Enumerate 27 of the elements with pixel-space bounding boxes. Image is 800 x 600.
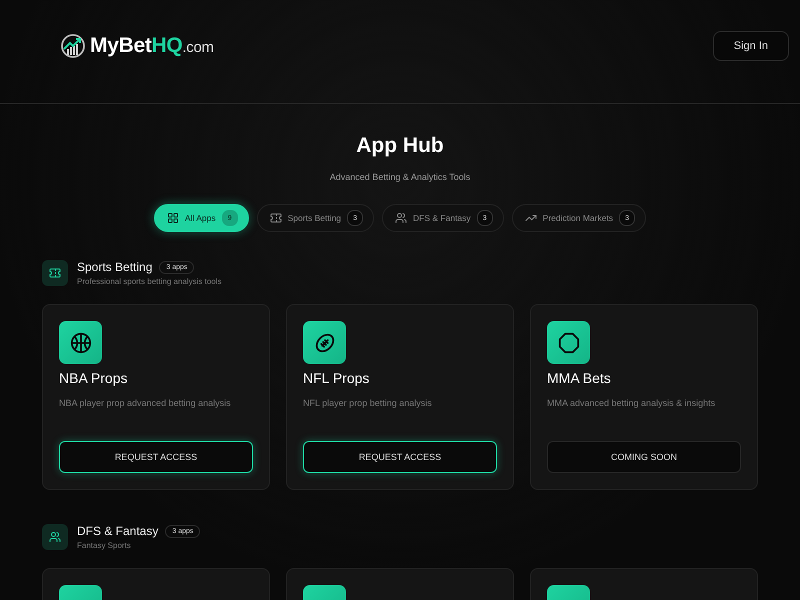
logo-icon [60, 32, 86, 58]
app-description: NFL player prop betting analysis [303, 398, 433, 408]
section-subtitle: Fantasy Sports [77, 541, 132, 550]
coming-soon-button[interactable]: COMING SOON [547, 441, 741, 473]
page-subtitle: Advanced Betting & Analytics Tools [330, 172, 470, 182]
request-access-button[interactable]: REQUEST ACCESS [303, 441, 497, 473]
basketball-icon [70, 332, 92, 354]
section-subtitle: Professional sports betting analysis tools [77, 277, 222, 286]
grid-icon [166, 212, 179, 224]
octagon-icon [558, 332, 580, 354]
app-title: NBA Props [59, 370, 128, 386]
section-title: DFS & Fantasy [77, 524, 158, 538]
request-access-button[interactable]: REQUEST ACCESS [59, 441, 253, 473]
sign-in-button[interactable]: Sign In [712, 30, 789, 60]
football-icon [314, 332, 336, 354]
ticket-icon [49, 267, 61, 279]
ticket-icon [270, 212, 282, 224]
logo-wordmark: MyBetHQ.com [90, 34, 214, 58]
app-description: NBA player prop advanced betting analysis [59, 398, 232, 408]
app-title: MMA Bets [547, 370, 612, 386]
section-title: Sports Betting [77, 260, 152, 274]
app-description: MMA advanced betting analysis & insights [547, 398, 716, 408]
page-title: App Hub [356, 134, 444, 158]
app-title: NFL Props [303, 370, 370, 386]
users-icon [49, 531, 61, 543]
trend-up-icon [524, 212, 537, 224]
users-icon [395, 212, 408, 224]
